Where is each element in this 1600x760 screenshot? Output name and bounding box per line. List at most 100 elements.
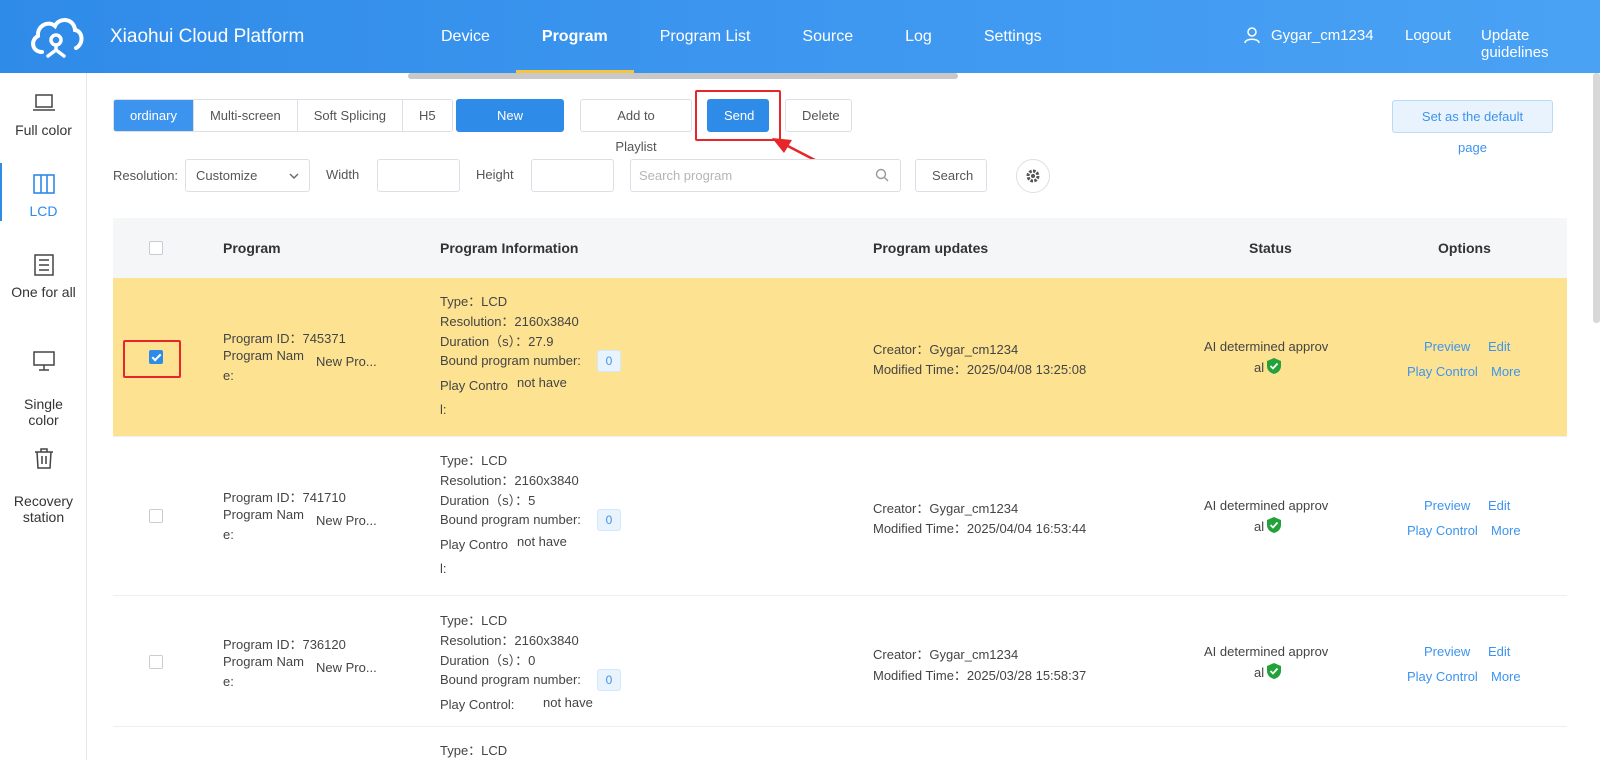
sidebar-item-one-for-all[interactable]: One for all [0,254,87,300]
status-text: AI determined approv [1204,498,1329,513]
play-control-link[interactable]: Play Control [1407,669,1478,684]
table-row[interactable]: Program ID：741710 Program Nam e: New Pro… [113,437,1567,596]
bound-program-count[interactable]: 0 [597,669,621,691]
edit-link[interactable]: Edit [1488,339,1510,354]
tab-multi-screen[interactable]: Multi-screen [192,100,297,131]
bound-program-label: Bound program number: [440,512,581,527]
sidebar-label-one-for-all: One for all [11,284,76,300]
play-control-value: not have [543,695,593,710]
resolution-select[interactable]: Customize [185,159,310,192]
program-id: Program ID：741710 [223,490,346,505]
program-table: Program Program Information Program upda… [113,218,1567,760]
status-text-tail: al [1254,360,1265,375]
nav-program[interactable]: Program [515,0,634,73]
edit-link[interactable]: Edit [1488,644,1510,659]
shield-check-icon [1267,517,1282,533]
nav-settings[interactable]: Settings [958,0,1068,73]
add-to-playlist-button[interactable]: Add to Playlist [580,99,692,154]
horizontal-scrollbar[interactable] [408,73,958,79]
resolution-value: Customize [196,168,258,183]
edit-link[interactable]: Edit [1488,498,1510,513]
bound-program-label: Bound program number: [440,672,581,687]
status-text-cont: al [1254,516,1282,534]
search-button[interactable]: Search [915,159,987,192]
preview-link[interactable]: Preview [1424,498,1470,513]
tab-soft-splicing[interactable]: Soft Splicing [296,100,403,131]
program-name: New Pro... [316,513,377,528]
sidebar-item-single-color[interactable]: Single color [0,334,87,428]
set-default-page-button[interactable]: Set as the default page [1392,100,1553,155]
width-input[interactable] [377,159,460,192]
tab-ordinary[interactable]: ordinary [114,100,193,131]
row-checkbox[interactable] [149,655,163,669]
play-control-label-cont: l: [440,402,447,417]
user-icon [1244,27,1260,44]
table-row[interactable]: Program ID：745371 Program Nam e: New Pro… [113,278,1567,437]
program-name: New Pro... [316,354,377,369]
columns-icon [32,174,55,194]
more-link[interactable]: More [1491,669,1521,684]
delete-button[interactable]: Delete [785,99,852,132]
cloud-logo-icon[interactable] [28,12,84,62]
play-control-link[interactable]: Play Control [1407,523,1478,538]
column-options: Options [1438,240,1491,256]
logout-link[interactable]: Logout [1405,27,1451,44]
sidebar-label-recovery-station: Recovery station [13,493,74,525]
program-duration: Duration（s）：0 [440,653,536,668]
send-highlight-box [695,90,781,141]
table-row[interactable]: Type：LCD [113,727,1567,760]
sidebar-label-single-color: Single color [24,396,63,428]
table-row[interactable]: Program ID：736120 Program Nam e: New Pro… [113,596,1567,727]
vertical-scrollbar[interactable] [1593,73,1600,323]
brand-title: Xiaohui Cloud Platform [110,26,305,47]
select-all-checkbox[interactable] [149,241,163,255]
more-link[interactable]: More [1491,523,1521,538]
preview-link[interactable]: Preview [1424,339,1470,354]
new-program-button[interactable]: New Program [456,99,564,154]
settings-button[interactable] [1016,159,1050,193]
sidebar-item-recovery-station[interactable]: Recovery station [0,431,87,525]
bound-program-label: Bound program number: [440,353,581,368]
user-menu[interactable]: Gygar_cm1234 [1243,26,1374,44]
search-input[interactable] [630,159,901,192]
nav-source[interactable]: Source [776,0,879,73]
gear-icon [1026,169,1040,183]
nav-log[interactable]: Log [879,0,958,73]
program-name-label: Program Nam [223,654,304,669]
play-control-link[interactable]: Play Control [1407,364,1478,379]
modified-time: Modified Time：2025/03/28 15:58:37 [873,668,1087,683]
status-text-tail: al [1254,665,1265,680]
trash-icon [34,448,53,469]
program-resolution: Resolution：2160x3840 [440,473,579,488]
more-link[interactable]: More [1491,364,1521,379]
update-guidelines-link[interactable]: Update guidelines [1481,27,1600,61]
column-program-information: Program Information [440,240,579,256]
column-program: Program [223,240,281,256]
row-checkbox[interactable] [149,509,163,523]
sidebar-label-full-color: Full color [15,122,72,138]
sidebar-item-full-color[interactable]: Full color [0,92,87,138]
status-text-tail: al [1254,519,1265,534]
laptop-icon [32,94,55,111]
main-nav: Device Program Program List Source Log S… [415,0,1068,73]
bound-program-count[interactable]: 0 [597,350,621,372]
chevron-down-icon [289,173,299,179]
program-type-tabs: ordinary Multi-screen Soft Splicing H5 [113,99,453,132]
program-type: Type：LCD [440,743,508,758]
play-control-label-cont: l: [440,561,447,576]
bound-program-count[interactable]: 0 [597,509,621,531]
program-type: Type：LCD [440,294,508,309]
height-input[interactable] [531,159,614,192]
sidebar-item-lcd[interactable]: LCD [0,163,87,221]
program-name-label: Program Nam [223,507,304,522]
nav-program-list[interactable]: Program List [634,0,777,73]
play-control-value: not have [517,375,567,390]
nav-device[interactable]: Device [415,0,516,73]
program-name-label: Program Nam [223,348,304,363]
monitor-icon [32,351,55,371]
play-control-label: Play Contro [440,378,508,393]
tab-h5[interactable]: H5 [402,100,452,131]
preview-link[interactable]: Preview [1424,644,1470,659]
table-header: Program Program Information Program upda… [113,218,1567,278]
program-resolution: Resolution：2160x3840 [440,314,579,329]
